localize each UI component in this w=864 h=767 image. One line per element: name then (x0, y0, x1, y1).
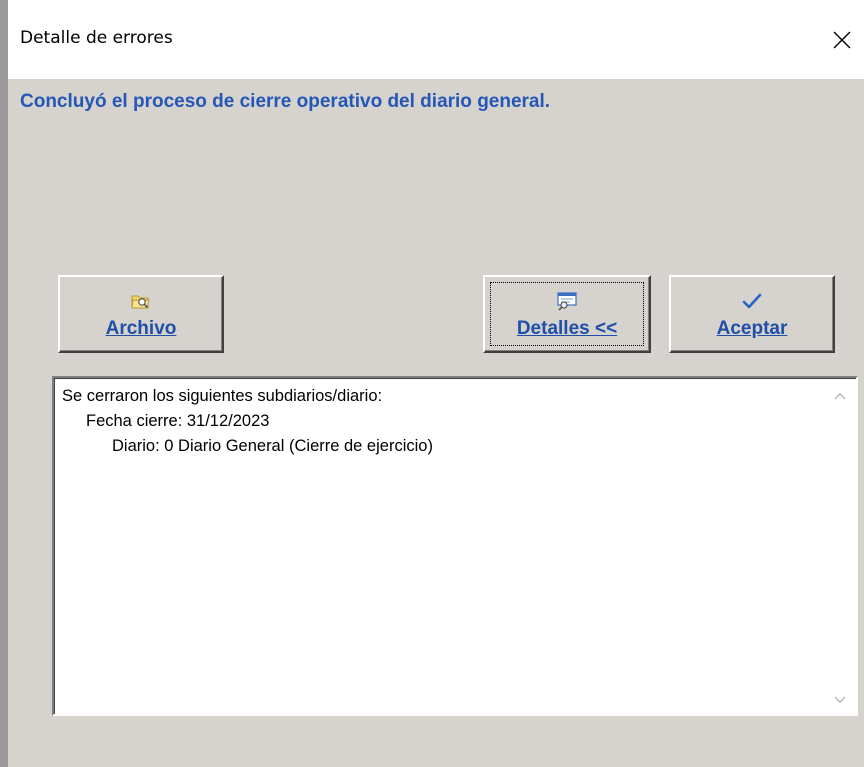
scroll-up-button[interactable] (832, 390, 848, 402)
window-title: Detalle de errores (20, 28, 173, 48)
archivo-button-label: Archivo (105, 318, 177, 339)
aceptar-button-label: Aceptar (716, 318, 788, 339)
window-left-edge (0, 0, 8, 767)
archivo-button[interactable]: Archivo (58, 275, 224, 353)
chevron-down-icon (834, 696, 846, 703)
detalles-button[interactable]: Detalles << (483, 275, 651, 353)
details-line-2: Fecha cierre: 31/12/2023 (86, 412, 270, 430)
title-bar[interactable]: Detalle de errores (8, 0, 864, 79)
scroll-down-button[interactable] (832, 694, 848, 706)
focus-rectangle (490, 282, 644, 346)
details-line-1: Se cerraron los siguientes subdiarios/di… (62, 387, 383, 405)
details-textbox[interactable]: Se cerraron los siguientes subdiarios/di… (52, 376, 858, 716)
dialog-body: Concluyó el proceso de cierre operativo … (8, 79, 864, 767)
close-icon (833, 31, 851, 49)
aceptar-button[interactable]: Aceptar (669, 275, 835, 353)
chevron-up-icon (834, 393, 846, 400)
folder-search-icon (131, 295, 150, 309)
close-button[interactable] (820, 18, 864, 62)
details-line-3: Diario: 0 Diario General (Cierre de ejer… (112, 437, 433, 455)
error-detail-dialog: Detalle de errores Concluyó el proceso d… (8, 0, 864, 767)
status-message: Concluyó el proceso de cierre operativo … (20, 91, 551, 112)
checkmark-icon (742, 293, 762, 309)
